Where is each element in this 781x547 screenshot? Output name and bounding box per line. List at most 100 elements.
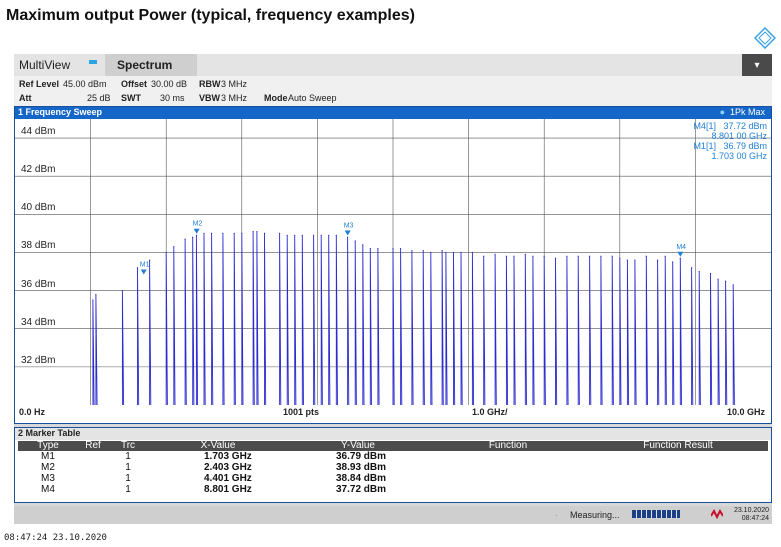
col-x-value: X-Value bbox=[148, 441, 288, 451]
swt-value: 30 ms bbox=[160, 93, 185, 103]
trace-peak-point bbox=[664, 255, 666, 257]
trace-peak-point bbox=[354, 240, 356, 242]
trace-peak-point bbox=[286, 234, 288, 236]
trace-peak-point bbox=[369, 248, 371, 250]
sweep-progress-bar bbox=[632, 510, 680, 518]
trace-peak-point bbox=[460, 251, 462, 254]
trace-label: 1Pk Max bbox=[729, 107, 765, 117]
spectrum-plot[interactable]: M1 M2 M3 M4 bbox=[15, 119, 771, 407]
measuring-status: Measuring... bbox=[570, 510, 620, 520]
ref-level-value: 45.00 dBm bbox=[63, 79, 107, 89]
trace-peak-point bbox=[532, 255, 534, 257]
x-points-label: 1001 pts bbox=[283, 407, 320, 417]
cell-ref bbox=[78, 473, 108, 484]
marker-triangle-icon bbox=[193, 228, 200, 234]
page-title: Maximum output Power (typical, frequency… bbox=[6, 7, 415, 24]
marker-label: M1 bbox=[140, 262, 150, 269]
trace-peak-point bbox=[441, 249, 443, 252]
trace-peak-point bbox=[392, 248, 394, 250]
marker-table[interactable]: Type Ref Trc X-Value Y-Value Function Fu… bbox=[18, 441, 768, 495]
trace-peak-point bbox=[430, 251, 432, 254]
trace-peak-point bbox=[347, 236, 349, 238]
trace-peak-point bbox=[709, 272, 712, 275]
x-div-label: 1.0 GHz/ bbox=[472, 407, 508, 417]
trace-peak-point bbox=[505, 255, 507, 257]
m1-readout-name: M1[1] bbox=[693, 141, 716, 151]
tab-bar: MultiView Spectrum ▾ bbox=[14, 54, 772, 78]
trace-peak-point bbox=[524, 253, 526, 255]
y-tick-label: 38 dBm bbox=[21, 240, 56, 252]
trace-peak-point bbox=[471, 251, 473, 254]
trace-peak-point bbox=[611, 255, 613, 257]
cell-function bbox=[428, 473, 588, 484]
table-row[interactable]: M2 1 2.403 GHz 38.93 dBm bbox=[18, 462, 768, 473]
cell-function-result bbox=[588, 484, 768, 495]
vbw-value: 3 MHz bbox=[221, 93, 248, 103]
trace-peak-point bbox=[399, 248, 402, 250]
col-trc: Trc bbox=[108, 441, 148, 451]
y-tick-label: 44 dBm bbox=[21, 126, 56, 138]
table-row[interactable]: M3 1 4.401 GHz 38.84 dBm bbox=[18, 473, 768, 484]
frequency-sweep-window[interactable]: 1 Frequency Sweep ● 1Pk Max M1 M2 M3 M4 44 … bbox=[14, 106, 772, 424]
cell-trc: 1 bbox=[125, 462, 131, 473]
trace-peak-point bbox=[294, 234, 296, 236]
trace-peak-point bbox=[279, 232, 281, 234]
trace-peak-point bbox=[452, 251, 455, 254]
y-tick-label: 40 dBm bbox=[21, 202, 56, 214]
trace-peak-point bbox=[192, 236, 194, 238]
col-y-value: Y-Value bbox=[288, 441, 428, 451]
multiview-indicator-icon bbox=[89, 60, 97, 64]
trace-peak-point bbox=[554, 257, 557, 259]
marker-table-window[interactable]: 2 Marker Table Type Ref Trc X-Value Y-Va… bbox=[14, 427, 772, 503]
m4-readout-freq: 8.801 00 GHz bbox=[711, 131, 767, 141]
offset-value: 30.00 dB bbox=[151, 79, 188, 89]
cell-function bbox=[428, 451, 588, 462]
offset-label: Offset bbox=[121, 79, 148, 89]
cell-type: M2 bbox=[41, 462, 55, 473]
status-time: 08:47:24 bbox=[741, 515, 769, 522]
trace-peak-point bbox=[566, 255, 568, 257]
table-row[interactable]: M1 1 1.703 GHz 36.79 dBm bbox=[18, 451, 768, 462]
cell-trc: 1 bbox=[125, 451, 131, 462]
m4-readout-level: 37.72 dBm bbox=[723, 121, 767, 131]
trace-peak-point bbox=[725, 280, 727, 282]
footer-timestamp: 08:47:24 23.10.2020 bbox=[4, 533, 107, 543]
cell-function bbox=[428, 462, 588, 473]
settings-bar[interactable]: Ref Level 45.00 dBm Offset 30.00 dB RBW … bbox=[14, 76, 772, 106]
tab-multiview[interactable]: MultiView bbox=[19, 58, 70, 72]
trace-peak-point bbox=[222, 232, 224, 234]
marker-triangle-icon bbox=[677, 251, 684, 257]
cell-y-value: 36.79 dBm bbox=[336, 451, 387, 462]
trace-peak-point bbox=[362, 244, 364, 246]
dropdown-arrow-icon[interactable]: ▾ bbox=[742, 54, 772, 78]
col-function-result: Function Result bbox=[588, 441, 768, 451]
trace-peak-point bbox=[732, 284, 734, 286]
trace-peak-point bbox=[92, 299, 94, 301]
x-start-label: 0.0 Hz bbox=[19, 407, 46, 417]
cell-x-value: 4.401 GHz bbox=[204, 473, 252, 484]
x-stop-label: 10.0 GHz bbox=[727, 407, 766, 417]
trace-peak-point bbox=[256, 230, 258, 233]
att-value: 25 dB bbox=[87, 93, 111, 103]
trace-peak-point bbox=[626, 259, 628, 261]
tab-spectrum[interactable]: Spectrum bbox=[105, 54, 197, 76]
trace-peak-point bbox=[165, 251, 167, 254]
trace-peak-point bbox=[691, 267, 693, 269]
trace-peak-point bbox=[241, 232, 243, 234]
table-row[interactable]: M4 1 8.801 GHz 37.72 dBm bbox=[18, 484, 768, 495]
status-dot-icon: · bbox=[555, 511, 558, 520]
rbw-label: RBW bbox=[199, 79, 221, 89]
y-tick-label: 36 dBm bbox=[21, 278, 56, 290]
cell-function-result bbox=[588, 451, 768, 462]
status-date: 23.10.2020 bbox=[733, 507, 769, 514]
cell-trc: 1 bbox=[125, 473, 131, 484]
trace-peak-point bbox=[679, 257, 681, 259]
trace-peak-point bbox=[328, 234, 330, 236]
trace-peak-point bbox=[136, 267, 139, 269]
trace-peak-point bbox=[645, 255, 647, 257]
marker-table-title: 2 Marker Table bbox=[15, 428, 771, 440]
cell-function-result bbox=[588, 462, 768, 473]
trace-peak-point bbox=[411, 249, 413, 252]
trace-peak-point bbox=[301, 234, 303, 236]
y-tick-label: 42 dBm bbox=[21, 164, 56, 176]
